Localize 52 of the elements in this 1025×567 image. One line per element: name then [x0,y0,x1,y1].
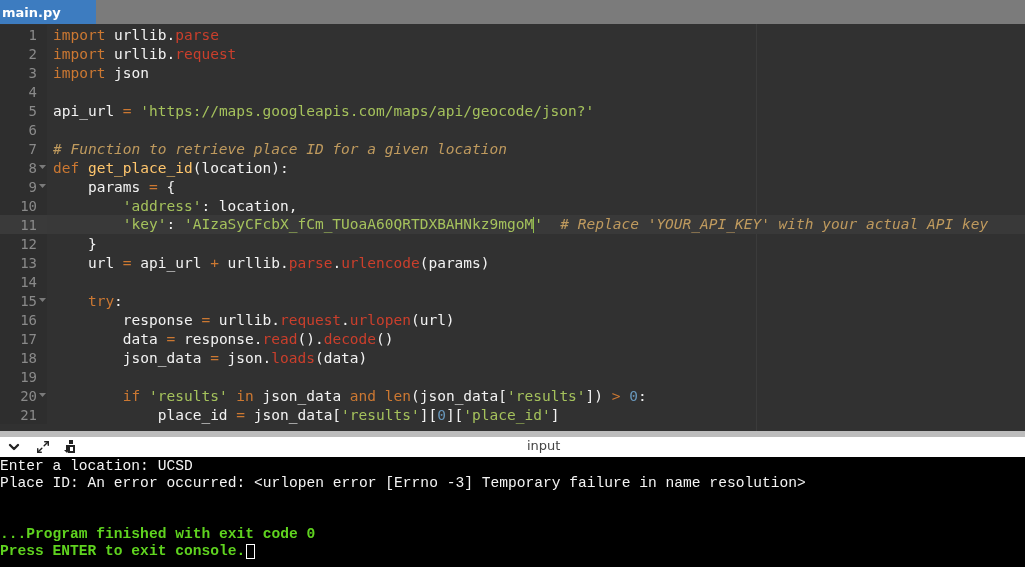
line-number: 5 [28,102,37,119]
code-line: response = urllib.request.urlopen(url) [121,311,455,328]
line-number: 20 [20,387,37,404]
code-line: # Function to retrieve place ID for a given location [53,140,507,157]
line-number: 3 [28,64,37,81]
line-number: 4 [28,83,37,100]
line-number: 17 [20,330,37,347]
code-line: url = api_url + urllib.parse.urlencode(params) [86,254,490,271]
line-number: 21 [20,406,37,423]
code-line: def get_place_id(location): [53,159,289,176]
line-number: 1 [28,26,37,43]
code-line: api_url = 'https://maps.googleapis.com/maps/api/geocode/json?' [53,102,595,119]
code-line: place_id = json_data['results'][0]['place_id'] [156,406,560,423]
code-line: import urllib.request [53,45,237,62]
code-line: if 'results' in json_data and len(json_data['results']) > 0: [121,387,647,404]
line-number: 6 [28,121,37,138]
code-line: import urllib.parse [53,26,219,43]
line-number: 18 [20,349,37,366]
fold-icon[interactable] [39,393,46,398]
expand-icon[interactable] [36,440,50,454]
code-editor[interactable] [0,24,1025,431]
console-title: input [527,438,561,453]
line-number: 13 [20,254,37,271]
clear-icon[interactable] [64,440,76,454]
code-line: params = { [86,178,176,195]
fold-icon[interactable] [39,184,46,189]
code-line: json_data = json.loads(data) [121,349,368,366]
fold-icon[interactable] [39,298,46,303]
line-number: 9 [28,178,37,195]
line-number: 10 [20,197,37,214]
code-line: try: [86,292,123,309]
file-tab[interactable]: main.py [0,0,96,24]
line-number: 12 [20,235,37,252]
line-number: 11 [20,216,37,233]
text-cursor [533,217,535,233]
fold-icon[interactable] [39,165,46,170]
line-number: 14 [20,273,37,290]
code-line: 'key': 'AIzaSyCFcbX_fCm_TUoaA60QRTDXBAHNkz9mgoM' # Replace 'YOUR_API_KEY' with your actual API key [121,216,989,233]
console-text: Place ID: An error occurred: <urlopen error [Errno -3] Temporary failure in name resolution> [0,475,806,492]
line-number: 16 [20,311,37,328]
line-number: 19 [20,368,37,385]
console-text: Enter a location: UCSD [0,458,193,475]
console-text: ...Program finished with exit code 0 [0,526,316,543]
code-line: 'address': location, [121,197,298,214]
console-text: Press ENTER to exit console. [0,543,246,560]
code-line: data = response.read().decode() [121,330,394,347]
line-number: 15 [20,292,37,309]
line-number: 2 [28,45,37,62]
line-number: 8 [28,159,37,176]
line-number: 7 [28,140,37,157]
code-line: } [86,235,97,252]
code-line: import json [53,64,150,81]
